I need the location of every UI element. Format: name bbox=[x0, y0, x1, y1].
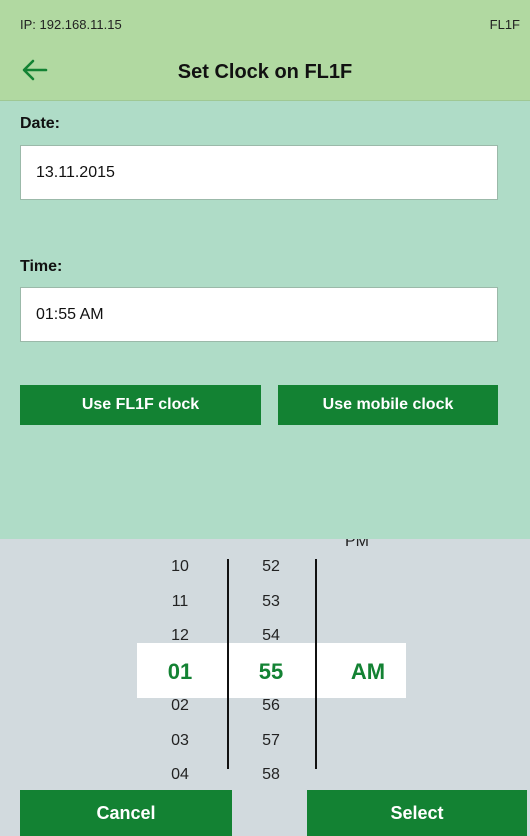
period-selected[interactable]: AM bbox=[328, 659, 408, 685]
minute-option[interactable]: 57 bbox=[241, 732, 301, 750]
minute-option[interactable]: 52 bbox=[241, 558, 301, 576]
time-picker[interactable]: 10 11 12 01 02 03 04 52 53 54 55 56 57 5… bbox=[0, 539, 530, 784]
ip-address: IP: 192.168.11.15 bbox=[20, 17, 122, 32]
hour-option[interactable]: 11 bbox=[150, 593, 210, 611]
time-label: Time: bbox=[20, 258, 63, 275]
period-option[interactable]: PM bbox=[345, 539, 369, 551]
cancel-button[interactable]: Cancel bbox=[20, 790, 232, 836]
page-title: Set Clock on FL1F bbox=[177, 61, 353, 83]
minute-selected[interactable]: 55 bbox=[231, 659, 311, 685]
minute-option[interactable]: 54 bbox=[241, 627, 301, 645]
use-device-clock-button[interactable]: Use FL1F clock bbox=[20, 385, 261, 425]
hour-option[interactable]: 12 bbox=[150, 627, 210, 645]
date-field[interactable] bbox=[20, 145, 498, 200]
dialog-actions: Cancel Select bbox=[0, 784, 530, 836]
app-header: IP: 192.168.11.15 FL1F Set Clock on FL1F bbox=[0, 0, 530, 101]
minute-option[interactable]: 58 bbox=[241, 766, 301, 784]
hour-selected[interactable]: 01 bbox=[140, 659, 220, 685]
hour-option[interactable]: 03 bbox=[150, 732, 210, 750]
select-button[interactable]: Select bbox=[307, 790, 527, 836]
date-label: Date: bbox=[20, 115, 61, 132]
minute-option[interactable]: 56 bbox=[241, 697, 301, 715]
hour-option[interactable]: 02 bbox=[150, 697, 210, 715]
clock-form: Date: Time: Use FL1F clock Use mobile cl… bbox=[0, 101, 530, 539]
use-mobile-clock-button[interactable]: Use mobile clock bbox=[278, 385, 498, 425]
minute-option[interactable]: 53 bbox=[241, 593, 301, 611]
device-name: FL1F bbox=[489, 17, 520, 32]
picker-divider bbox=[227, 559, 229, 769]
picker-divider bbox=[315, 559, 317, 769]
time-field[interactable] bbox=[20, 287, 498, 342]
hour-option[interactable]: 10 bbox=[150, 558, 210, 576]
hour-option[interactable]: 04 bbox=[150, 766, 210, 784]
